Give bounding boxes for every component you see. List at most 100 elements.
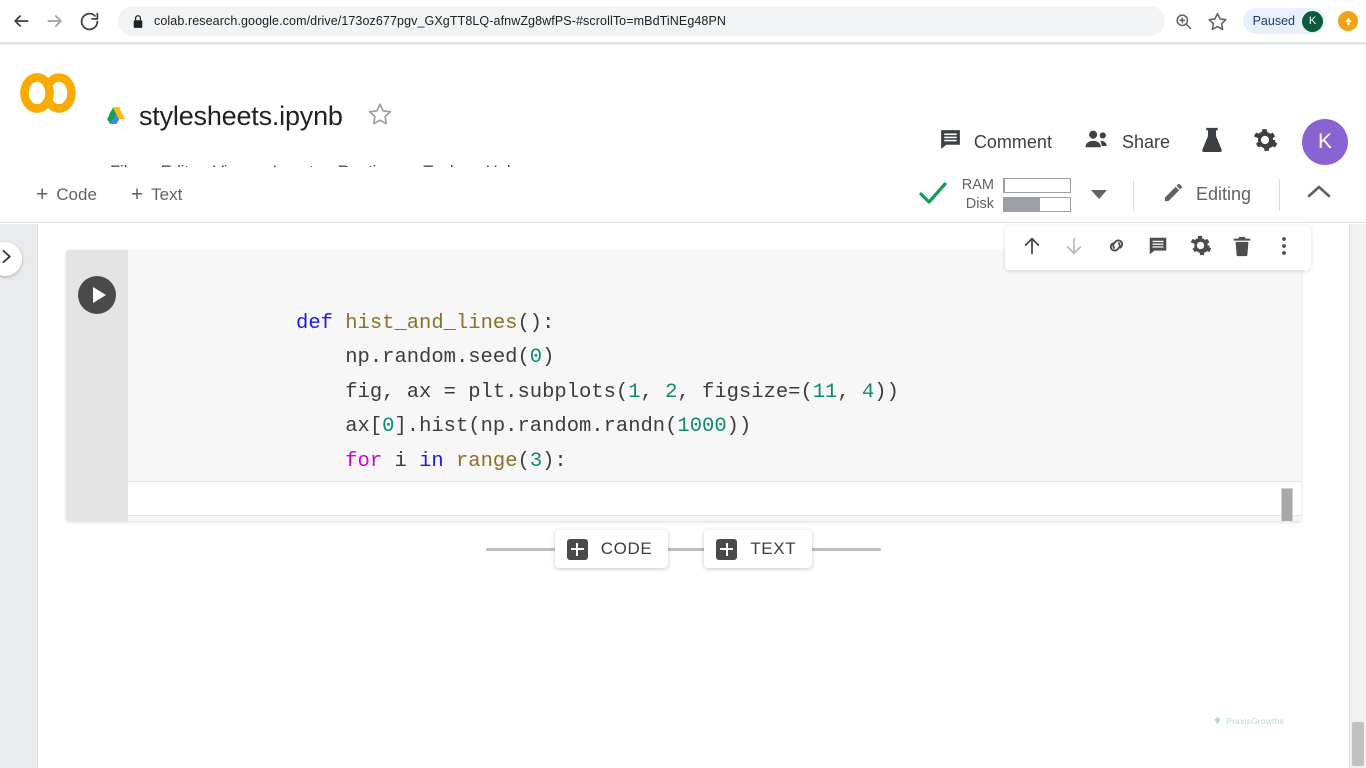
more-cell-actions-button[interactable]: [1265, 229, 1303, 267]
move-cell-up-button[interactable]: [1013, 229, 1051, 267]
code-token: in: [419, 449, 444, 473]
back-button[interactable]: [6, 6, 36, 36]
code-token: (: [517, 449, 530, 473]
code-token: 11: [812, 380, 838, 404]
cell-settings-button[interactable]: [1181, 229, 1219, 267]
insert-cell-strip: CODE TEXT: [66, 526, 1301, 572]
avatar[interactable]: K: [1302, 119, 1348, 165]
insert-code-label: CODE: [600, 539, 653, 558]
colab-logo[interactable]: [18, 69, 78, 117]
move-cell-down-button[interactable]: [1055, 229, 1093, 267]
add-text-label: Text: [151, 184, 183, 204]
ram-meter-fill: [1003, 178, 1006, 192]
code-token: ].hist(np.random.randn(: [394, 415, 678, 438]
code-token: )): [726, 415, 752, 438]
code-token: hist_and_lines: [345, 311, 518, 335]
plus-square-icon: [566, 538, 588, 560]
extension-icon[interactable]: [1338, 11, 1358, 31]
page-title[interactable]: stylesheets.ipynb: [139, 101, 343, 132]
arrow-up-icon: [1021, 235, 1043, 262]
code-token: ax[: [296, 415, 383, 438]
code-token: ): [542, 346, 555, 369]
code-token: for: [345, 449, 383, 473]
code-token: ,: [640, 380, 666, 404]
comment-button[interactable]: Comment: [922, 127, 1068, 157]
delete-cell-button[interactable]: [1223, 229, 1261, 267]
cell-action-toolbar: [1005, 226, 1311, 270]
code-token: 0: [382, 415, 395, 438]
code-token: np.random.seed(: [296, 346, 530, 369]
link-to-cell-button[interactable]: [1097, 229, 1135, 267]
code-token: 1: [628, 380, 641, 404]
code-editor[interactable]: def hist_and_lines(): np.random.seed(0) …: [128, 250, 1301, 521]
code-cell[interactable]: def hist_and_lines(): np.random.seed(0) …: [66, 250, 1301, 521]
pencil-icon: [1162, 181, 1185, 209]
settings-button[interactable]: [1238, 127, 1292, 158]
cell-gutter: [66, 250, 128, 521]
address-bar-url: colab.research.google.com/drive/173oz677…: [154, 14, 727, 28]
editing-label: Editing: [1195, 184, 1251, 204]
check-icon: [918, 181, 948, 209]
caret-down-icon[interactable]: [1090, 190, 1107, 199]
code-line: def hist_and_lines():: [128, 272, 1301, 335]
code-token: 3: [529, 449, 543, 473]
watermark-icon: [1213, 712, 1222, 730]
share-label: Share: [1121, 131, 1170, 152]
flask-icon: [1200, 126, 1224, 158]
share-button[interactable]: Share: [1068, 127, 1186, 157]
disk-meter-row: Disk: [958, 196, 1071, 212]
insert-code-cell-button[interactable]: CODE: [554, 530, 669, 568]
profile-paused-pill[interactable]: Paused K: [1242, 8, 1326, 34]
page-scrollbar-thumb[interactable]: [1352, 722, 1364, 766]
plus-icon: +: [130, 183, 144, 206]
editing-mode-button[interactable]: Editing: [1146, 181, 1267, 209]
code-token: )): [874, 380, 899, 404]
chevron-right-icon: [0, 248, 14, 270]
gear-icon: [1189, 234, 1212, 262]
notebook-body: def hist_and_lines(): np.random.seed(0) …: [0, 224, 1366, 768]
star-outline-icon[interactable]: [367, 101, 393, 132]
collapse-header-button[interactable]: [1292, 182, 1346, 207]
browser-toolbar: colab.research.google.com/drive/173oz677…: [0, 0, 1366, 42]
lock-icon: [132, 14, 144, 29]
code-line-active: ax[1].legend(['a', 'b', 'c'], loc='lower…: [128, 481, 1301, 521]
forward-button[interactable]: [40, 6, 70, 36]
toolbar-divider: [1279, 178, 1280, 211]
comment-icon: [938, 127, 963, 157]
code-token: ):: [542, 449, 567, 473]
code-token: 0: [529, 346, 543, 369]
bookmark-star-icon[interactable]: [1203, 6, 1233, 36]
disk-meter: [1002, 196, 1071, 212]
code-token: 2: [665, 380, 678, 404]
code-token: range: [455, 449, 518, 473]
add-cell-buttons: + Code + Text: [22, 184, 196, 205]
watermark-text: PraxisGrowths: [1226, 716, 1284, 726]
labs-button[interactable]: [1186, 126, 1238, 158]
run-cell-button[interactable]: [78, 276, 116, 314]
cell-scrollbar-thumb[interactable]: [1281, 488, 1293, 521]
zoom-search-icon[interactable]: [1169, 6, 1199, 36]
reload-button[interactable]: [74, 6, 104, 36]
people-icon: [1084, 127, 1111, 157]
plus-icon: +: [36, 183, 49, 206]
code-token: def: [296, 311, 346, 335]
insert-text-cell-button[interactable]: TEXT: [704, 530, 813, 568]
page-scrollbar[interactable]: [1349, 224, 1366, 768]
header-actions: Comment Share K: [922, 119, 1348, 165]
resource-usage-meters[interactable]: RAM Disk: [958, 177, 1071, 212]
sidebar-expand-button[interactable]: [0, 242, 22, 276]
browser-toolbar-actions: Paused K: [1169, 6, 1366, 36]
disk-meter-fill: [1003, 197, 1041, 211]
add-text-cell-button[interactable]: + Text: [117, 184, 196, 205]
address-bar[interactable]: colab.research.google.com/drive/173oz677…: [118, 6, 1165, 36]
browser-nav-buttons: [0, 6, 104, 36]
more-vertical-icon: [1274, 235, 1294, 262]
add-comment-button[interactable]: [1139, 229, 1177, 267]
profile-status-label: Paused: [1252, 14, 1295, 28]
add-code-cell-button[interactable]: + Code: [22, 184, 111, 205]
document-title-row: stylesheets.ipynb: [105, 101, 393, 132]
colab-header: stylesheets.ipynb File Edit View Insert …: [0, 45, 1366, 181]
comment-icon: [1147, 235, 1169, 262]
